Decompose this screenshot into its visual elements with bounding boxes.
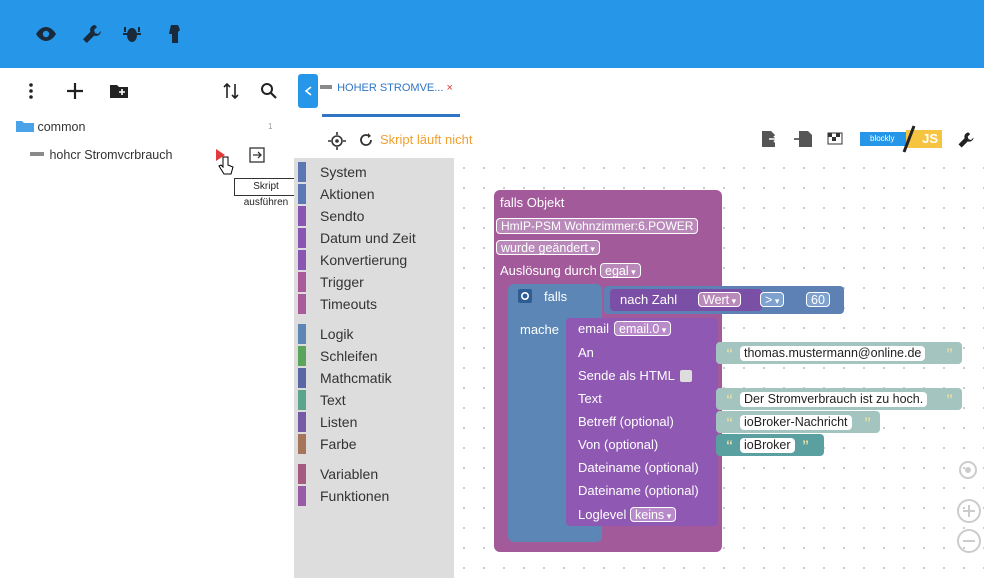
eye-icon[interactable] [34, 22, 58, 46]
blockly-label[interactable]: blockly [860, 132, 906, 146]
to-address-value[interactable]: thomas.mustermann@online.de [740, 346, 926, 361]
wrench-icon[interactable] [80, 22, 104, 46]
to-number-label: nach Zahl [620, 292, 678, 307]
folder-common[interactable]: common [16, 120, 85, 134]
if-label: falls [544, 289, 568, 304]
operator-dropdown[interactable]: > [760, 292, 785, 307]
to-label: An [578, 345, 594, 360]
changed-dropdown[interactable]: wurde geändert [496, 240, 600, 255]
from-label: Von (optional) [578, 437, 659, 452]
center-icon[interactable] [956, 458, 980, 482]
flag-icon[interactable] [826, 130, 844, 148]
quote-open-icon: “ [726, 345, 733, 361]
tooltip-run-script: Skript ausführen [234, 178, 298, 208]
html-checkbox[interactable] [680, 370, 692, 382]
tab-script[interactable]: HOHER STROMVE... × [320, 82, 453, 102]
blockly-workspace[interactable]: falls Objekt HmIP-PSM Wohnzimmer:6.POWER… [454, 158, 984, 578]
import-script-icon[interactable] [794, 130, 812, 148]
text-label: Text [578, 391, 602, 406]
quote-close-icon: ” [802, 437, 809, 453]
export-script-icon[interactable] [760, 130, 778, 148]
target-icon[interactable] [328, 132, 346, 150]
quote-open-icon: “ [726, 414, 733, 430]
text-value[interactable]: Der Stromverbrauch ist zu hoch. [740, 392, 928, 407]
wrench-icon[interactable] [956, 130, 976, 150]
export-icon[interactable] [248, 146, 266, 164]
blockly-toolbox: System Aktionen Sendto Datum und Zeit Ko… [294, 158, 454, 578]
add-folder-icon[interactable] [108, 80, 130, 102]
tab-bar: HOHER STROMVE... × [294, 68, 984, 119]
folder-label: common [37, 120, 86, 134]
editor-toolbar: Skript läuft nicht blockly JS [294, 118, 984, 162]
script-label: hohcr Stromvcrbrauch [49, 148, 173, 162]
bug-icon[interactable] [120, 22, 144, 46]
loglevel-dropdown[interactable]: keins [630, 507, 677, 522]
do-label: mache [520, 322, 560, 337]
sort-icon[interactable] [220, 80, 242, 102]
zoom-in-icon[interactable] [956, 498, 982, 524]
tab-title: HOHER STROMVE... [337, 82, 444, 94]
script-item[interactable]: hohcr Stromvcrbrauch [30, 148, 172, 162]
quote-close-icon: ” [946, 345, 953, 361]
trigger-by-dropdown[interactable]: egal [600, 263, 641, 278]
file1-label: Dateiname (optional) [578, 460, 699, 475]
top-bar [0, 0, 984, 68]
file2-label: Dateiname (optional) [578, 483, 699, 498]
more-vert-icon[interactable] [20, 80, 42, 102]
quote-open-icon: “ [726, 391, 733, 407]
gear-icon[interactable] [518, 289, 532, 303]
pointer-cursor-icon [218, 156, 234, 175]
tab-close-icon[interactable]: × [446, 82, 452, 94]
blockly-tab-icon [320, 85, 332, 89]
arrow-left-icon [304, 86, 312, 96]
subject-label: Betreff (optional) [578, 414, 674, 429]
zoom-out-icon[interactable] [956, 528, 982, 554]
threshold-number[interactable]: 60 [806, 292, 830, 307]
refresh-icon[interactable] [358, 132, 374, 148]
html-label: Sende als HTML [578, 368, 675, 383]
script-tree-panel: common 1 hohcr Stromvcrbrauch [0, 68, 295, 578]
collapse-button[interactable] [298, 74, 318, 108]
folder-icon [16, 121, 34, 132]
search-icon[interactable] [258, 80, 280, 102]
loglevel-label: Loglevel [578, 507, 627, 522]
subject-value[interactable]: ioBroker-Nachricht [740, 415, 852, 430]
divider-slash-icon [902, 125, 916, 153]
object-id-field[interactable]: HmIP-PSM Wohnzimmer:6.POWER [496, 218, 699, 234]
email-instance-dropdown[interactable]: email.0 [614, 321, 672, 336]
quote-close-icon: ” [864, 414, 871, 430]
from-value[interactable]: ioBroker [740, 438, 795, 453]
quote-open-icon: “ [726, 437, 733, 453]
trigger-title: falls Objekt [500, 195, 565, 210]
tab-indicator [322, 114, 460, 117]
value-field-dropdown[interactable]: Wert [698, 292, 742, 307]
blockly-script-icon [30, 152, 44, 156]
ghost-icon[interactable] [162, 22, 186, 46]
script-status: Skript läuft nicht [380, 132, 473, 147]
add-icon[interactable] [64, 80, 86, 102]
email-label: email [578, 321, 610, 336]
folder-count: 1 [268, 122, 273, 131]
trigger-by-label: Auslösung durch [500, 263, 597, 278]
quote-close-icon: ” [946, 391, 953, 407]
